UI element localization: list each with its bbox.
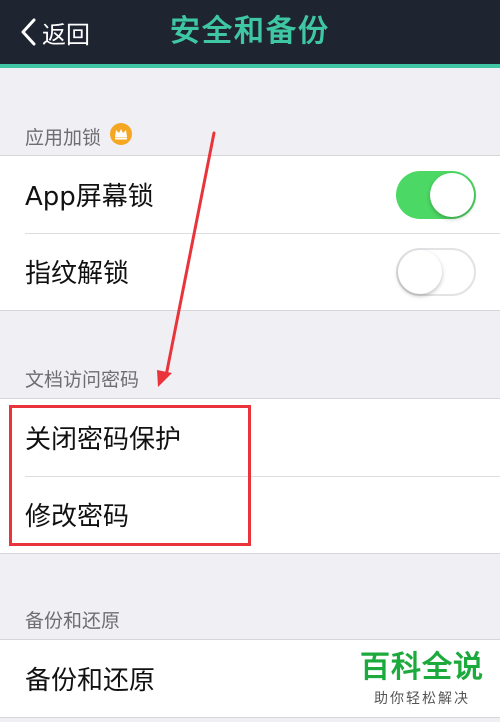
app-lock-group: App屏幕锁 指纹解锁 xyxy=(0,155,500,311)
fingerprint-unlock-row[interactable]: 指纹解锁 xyxy=(0,233,500,310)
section-header-backup: 备份和还原 xyxy=(25,606,120,633)
disable-password-protection-label: 关闭密码保护 xyxy=(25,425,182,455)
back-button[interactable]: 返回 xyxy=(20,12,90,52)
section-header-doc-password-label: 文档访问密码 xyxy=(25,369,140,391)
navigation-bar: 返回 安全和备份 xyxy=(0,0,500,68)
crown-icon xyxy=(109,122,133,151)
doc-password-group: 关闭密码保护 修改密码 xyxy=(0,398,500,554)
section-header-backup-label: 备份和还原 xyxy=(25,610,121,632)
watermark-brand: 百科全说 xyxy=(360,650,484,685)
section-header-doc-password: 文档访问密码 xyxy=(25,365,139,392)
watermark-tagline: 助你轻松解决 xyxy=(374,691,470,707)
fingerprint-unlock-toggle[interactable] xyxy=(396,248,476,296)
toggle-knob xyxy=(430,173,474,217)
back-button-label: 返回 xyxy=(42,20,90,49)
app-screen-lock-row[interactable]: App屏幕锁 xyxy=(0,156,500,233)
change-password-row[interactable]: 修改密码 xyxy=(0,476,500,553)
section-header-app-lock: 应用加锁 xyxy=(25,122,133,151)
fingerprint-unlock-label: 指纹解锁 xyxy=(25,259,130,289)
change-password-label: 修改密码 xyxy=(25,502,130,532)
disable-password-protection-row[interactable]: 关闭密码保护 xyxy=(0,399,500,476)
app-screen-lock-label: App屏幕锁 xyxy=(25,182,154,212)
section-header-app-lock-label: 应用加锁 xyxy=(25,127,102,149)
chevron-left-icon xyxy=(20,18,36,46)
page-title: 安全和备份 xyxy=(170,14,330,49)
toggle-knob xyxy=(398,250,442,294)
backup-restore-label: 备份和还原 xyxy=(25,666,156,696)
app-screen-lock-toggle[interactable] xyxy=(396,171,476,219)
watermark-logo: 百科全说 助你轻松解决 xyxy=(360,642,484,708)
